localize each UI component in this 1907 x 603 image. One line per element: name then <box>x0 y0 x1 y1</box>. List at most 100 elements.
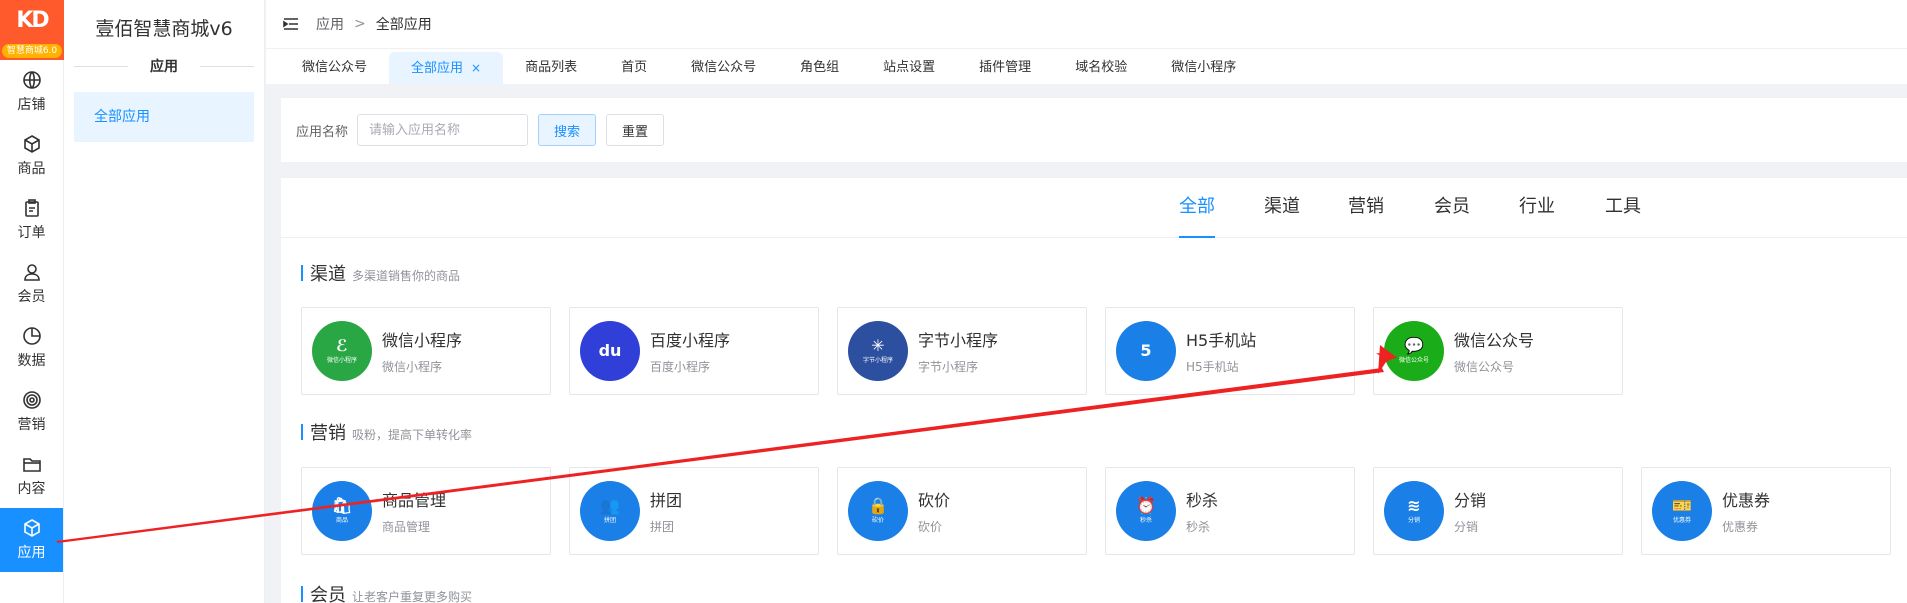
app-card[interactable]: 👥 拼团 拼团 拼团 <box>569 467 819 555</box>
tab-label: 商品列表 <box>525 60 578 75</box>
rail-item-label: 应用 <box>17 545 46 561</box>
page-tabs: 微信公众号 全部应用 × 商品列表 首页 微信公众号 角色组 站点设置 插件管理 域名校验 微信小程… <box>266 48 1907 84</box>
section-desc: 吸粉，提高下单转化率 <box>352 428 473 442</box>
tab-9[interactable]: 微信小程序 <box>1149 52 1258 84</box>
app-name: 微信公众号 <box>1454 331 1535 350</box>
app-card[interactable]: 5 H5手机站 H5手机站 <box>1105 307 1355 395</box>
app-card[interactable]: du 百度小程序 百度小程序 <box>569 307 819 395</box>
flash-sale-icon: ⏰ 秒杀 <box>1116 481 1176 541</box>
logo-mark: KD <box>16 8 49 33</box>
tab-2[interactable]: 商品列表 <box>503 52 599 84</box>
app-icon-glyph: ⏰ <box>1136 496 1156 515</box>
category-tab-2[interactable]: 营销 <box>1348 192 1384 238</box>
category-tab-4[interactable]: 行业 <box>1519 192 1555 238</box>
rail-item-2[interactable]: 订单 <box>0 188 63 252</box>
tab-label: 域名校验 <box>1075 60 1128 75</box>
rail-item-3[interactable]: 会员 <box>0 252 63 316</box>
app-card[interactable]: ℰ 微信小程序 微信小程序 微信小程序 <box>301 307 551 395</box>
search-button[interactable]: 搜索 <box>538 114 597 146</box>
globe-icon <box>22 71 41 89</box>
app-subtitle: 分销 <box>1454 520 1479 534</box>
tab-label: 角色组 <box>800 60 840 75</box>
tab-label: 微信小程序 <box>1171 60 1237 75</box>
app-icon-caption: 优惠券 <box>1672 517 1691 524</box>
tab-8[interactable]: 域名校验 <box>1053 52 1149 84</box>
baidu-paw-icon: du <box>580 321 640 381</box>
tab-label: 首页 <box>621 60 648 75</box>
app-name: 微信小程序 <box>382 331 463 350</box>
app-card[interactable]: ⏰ 秒杀 秒杀 秒杀 <box>1105 467 1355 555</box>
app-card[interactable]: 🎫 优惠券 优惠券 优惠券 <box>1641 467 1891 555</box>
category-tabs: 全部 渠道 营销 会员 行业 工具 <box>281 178 1907 238</box>
app-icon-glyph: 🎫 <box>1672 496 1692 515</box>
section-header-2: 会员 让老客户重复更多购买 <box>301 581 472 603</box>
category-tab-1[interactable]: 渠道 <box>1264 192 1300 238</box>
app-name-input[interactable] <box>357 114 529 146</box>
rail-item-label: 店铺 <box>17 97 46 113</box>
tab-7[interactable]: 插件管理 <box>957 52 1053 84</box>
tab-0[interactable]: 微信公众号 <box>280 52 389 84</box>
app-name: 拼团 <box>650 491 683 510</box>
rail-item-7[interactable]: 应用 <box>0 508 63 572</box>
rail-item-0[interactable]: 店铺 <box>0 60 63 124</box>
app-icon-caption: 字节小程序 <box>862 357 893 364</box>
section-title: 营销 <box>310 423 346 444</box>
tab-6[interactable]: 站点设置 <box>861 52 957 84</box>
rail-item-label: 数据 <box>17 353 46 369</box>
secondary-sidebar: 壹佰智慧商城v6 应用 全部应用 <box>64 0 265 603</box>
section-header-0: 渠道 多渠道销售你的商品 <box>301 260 460 286</box>
category-tab-0[interactable]: 全部 <box>1179 192 1215 238</box>
close-icon[interactable]: × <box>471 61 481 75</box>
rail-item-label: 内容 <box>17 481 46 497</box>
category-tab-5[interactable]: 工具 <box>1605 192 1641 238</box>
app-subtitle: 字节小程序 <box>918 360 979 374</box>
app-subtitle: 拼团 <box>650 520 675 534</box>
cube-icon <box>23 519 40 537</box>
sidebar-section-title: 应用 <box>64 56 264 76</box>
app-icon-caption: 拼团 <box>603 517 616 524</box>
reset-button[interactable]: 重置 <box>606 114 665 146</box>
app-icon-glyph: 🔒 <box>868 496 888 515</box>
section-bar <box>301 265 303 281</box>
section-title: 渠道 <box>310 264 346 285</box>
app-icon-glyph: du <box>598 341 622 360</box>
tab-label: 微信公众号 <box>302 60 368 75</box>
top-header: 应用 > 全部应用 <box>266 0 1907 48</box>
tab-1[interactable]: 全部应用 × <box>389 52 504 84</box>
rail-item-4[interactable]: 数据 <box>0 316 63 380</box>
tab-5[interactable]: 角色组 <box>778 52 861 84</box>
tab-3[interactable]: 首页 <box>599 52 669 84</box>
app-subtitle: H5手机站 <box>1186 360 1239 374</box>
rail-item-1[interactable]: 商品 <box>0 124 63 188</box>
tab-label: 插件管理 <box>979 60 1032 75</box>
menu-fold-icon[interactable] <box>282 15 300 33</box>
app-subtitle: 商品管理 <box>382 520 431 534</box>
cube-icon <box>23 135 40 153</box>
rail-item-5[interactable]: 营销 <box>0 380 63 444</box>
tab-label: 微信公众号 <box>691 60 757 75</box>
section-bar <box>301 586 303 602</box>
app-card[interactable]: 🛍 商品 商品管理 商品管理 <box>301 467 551 555</box>
group-buy-icon: 👥 拼团 <box>580 481 640 541</box>
breadcrumb-separator: > <box>354 16 366 32</box>
app-subtitle: 微信公众号 <box>1454 360 1515 374</box>
app-logo[interactable]: KD 智慧商城6.0 <box>0 0 64 60</box>
app-icon-glyph: ✳ <box>871 336 885 355</box>
app-name: 分销 <box>1454 491 1487 510</box>
app-card[interactable]: 💬 微信公众号 微信公众号 微信公众号 <box>1373 307 1623 395</box>
breadcrumb-root[interactable]: 应用 <box>316 14 344 34</box>
app-card[interactable]: ≋ 分销 分销 分销 <box>1373 467 1623 555</box>
app-card[interactable]: 🔒 砍价 砍价 砍价 <box>837 467 1087 555</box>
app-card[interactable]: ✳ 字节小程序 字节小程序 字节小程序 <box>837 307 1087 395</box>
app-name: 字节小程序 <box>918 331 999 350</box>
apps-panel: 全部 渠道 营销 会员 行业 工具 渠道 多渠道销售你的商品 ℰ 微信小程序 微信小程序 微信小程序… <box>281 178 1907 603</box>
app-icon-glyph: 🛍 <box>331 496 353 515</box>
logo-badge: 智慧商城6.0 <box>2 44 62 58</box>
section-desc: 让老客户重复更多购买 <box>352 590 473 603</box>
app-icon-glyph: 5 <box>1140 341 1152 360</box>
app-name: 商品管理 <box>382 491 447 510</box>
tab-4[interactable]: 微信公众号 <box>669 52 778 84</box>
category-tab-3[interactable]: 会员 <box>1434 192 1470 238</box>
sidebar-item-all-apps[interactable]: 全部应用 <box>74 92 254 142</box>
rail-item-6[interactable]: 内容 <box>0 444 63 508</box>
